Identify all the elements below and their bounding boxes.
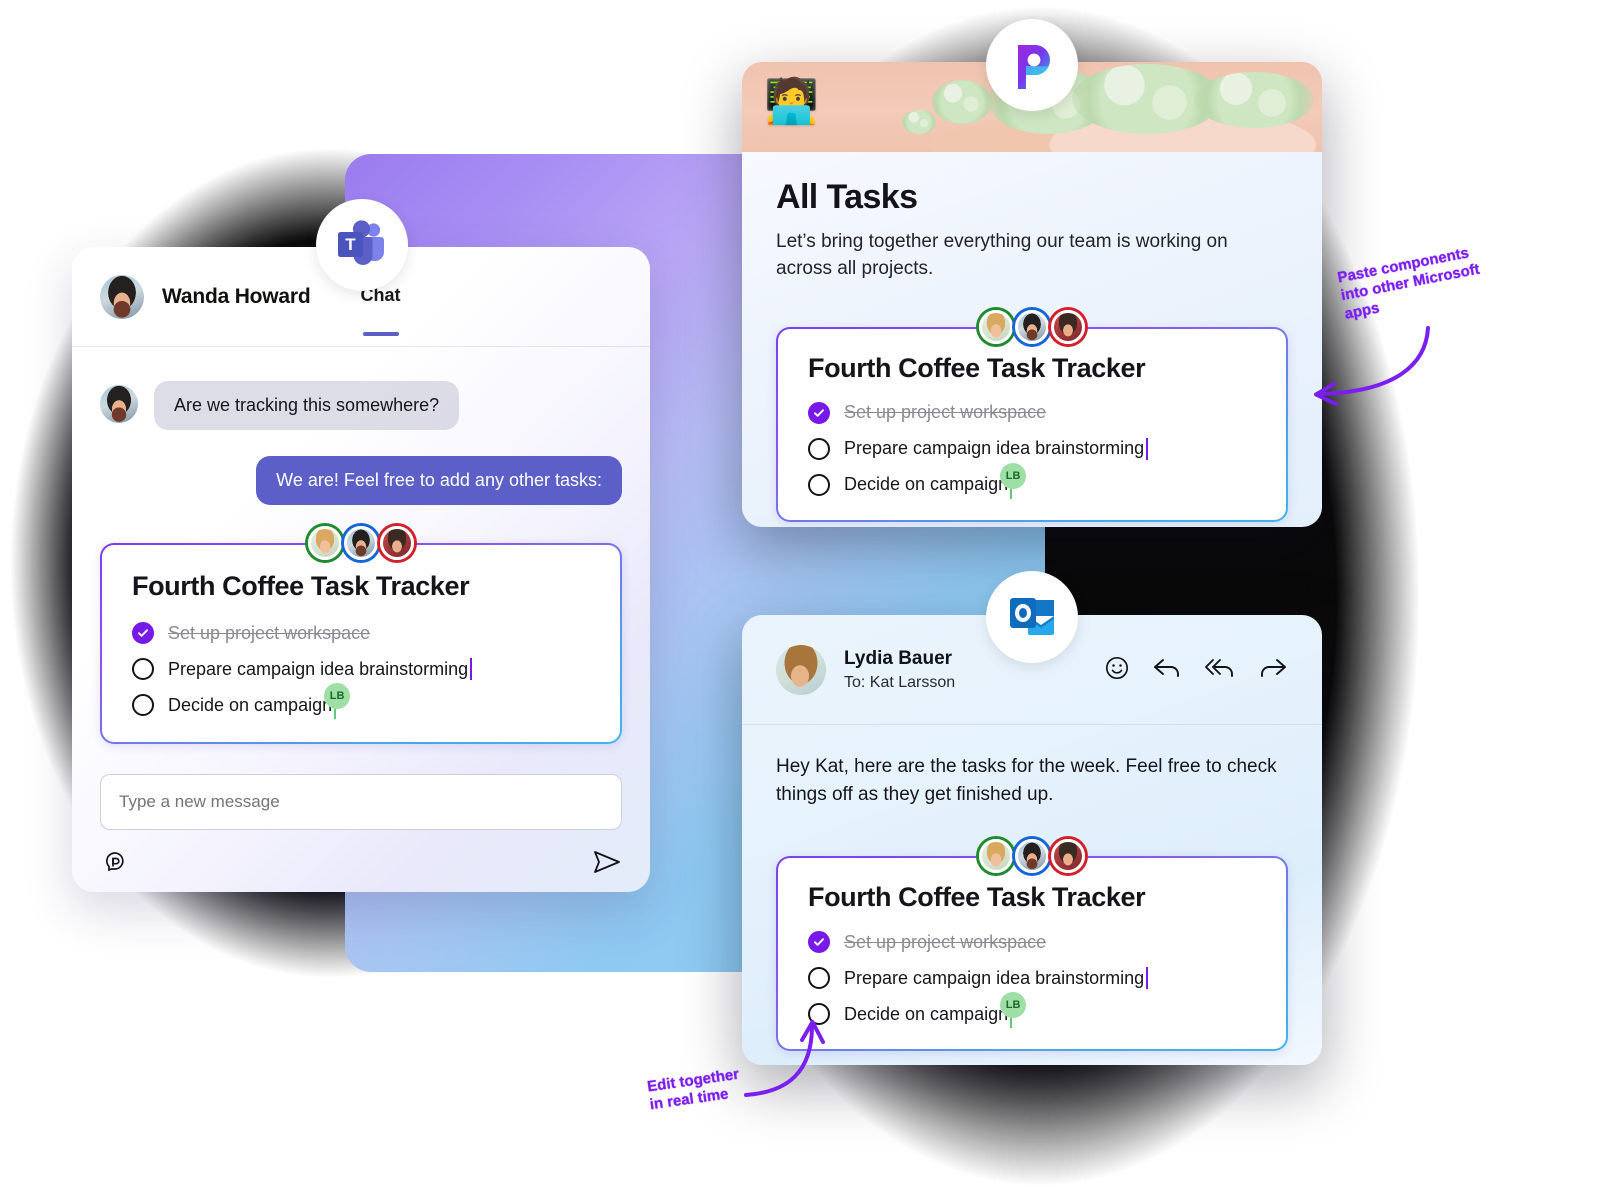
task-row[interactable]: Set up project workspace [808,401,1256,424]
text-cursor [1146,967,1149,990]
checkbox-unchecked[interactable] [132,658,154,680]
task-label: Set up project workspace [844,402,1047,423]
teams-chat-window: Wanda Howard Chat Are we tracking this s… [72,247,650,892]
checkbox-checked[interactable] [808,401,830,424]
teams-message-list: Are we tracking this somewhere? We are! … [72,347,650,744]
collaborator-avatar[interactable] [1051,839,1085,874]
task-label: Set up project workspace [168,622,371,643]
loop-component-title: Fourth Coffee Task Tracker [132,571,470,601]
collaborator-avatar[interactable] [1015,309,1049,344]
collaborator-avatar[interactable] [308,526,342,560]
reply-all-arrow-icon[interactable] [1204,656,1236,685]
task-label: Prepare campaign idea brainstorming [844,967,1145,988]
collaborator-avatar[interactable] [380,526,414,560]
task-label: Prepare campaign idea brainstorming [168,658,469,679]
text-cursor [1146,437,1149,460]
outlook-body: Hey Kat, here are the tasks for the week… [742,725,1322,1051]
loop-app-icon [986,19,1078,111]
task-row[interactable]: Set up project workspace [132,622,590,644]
collaborator-avatar[interactable] [979,839,1013,874]
collaborator-avatars [979,309,1085,344]
loop-component-card-teams[interactable]: Fourth Coffee Task Tracker Set up projec… [100,526,622,744]
teams-composer [72,774,650,881]
teams-user-name: Wanda Howard [162,285,311,308]
page-subtitle: Let’s bring together everything our team… [776,231,1228,279]
task-label: Decide on campaign [844,474,1009,495]
checkbox-unchecked[interactable] [808,473,830,496]
task-label: Set up project workspace [844,931,1047,952]
avatar [100,385,138,423]
task-row[interactable]: Prepare campaign idea brainstorming [808,967,1256,990]
task-label: Prepare campaign idea brainstorming [844,438,1145,459]
collaborator-avatar[interactable] [979,309,1013,344]
teams-app-icon: T [316,199,408,291]
loop-component-title: Fourth Coffee Task Tracker [808,882,1146,913]
collaborator-avatar[interactable] [1015,839,1049,874]
presence-badge: LB [1000,992,1027,1019]
loop-component-card-outlook[interactable]: Fourth Coffee Task Tracker Set up projec… [776,839,1288,1051]
avatar [100,275,144,319]
outlook-app-icon [986,571,1078,663]
send-icon[interactable] [592,848,622,881]
banner-emoji: 🧑‍💻 [764,77,819,126]
avatar [776,645,826,695]
message-bubble-incoming: Are we tracking this somewhere? [154,381,460,430]
presence-badge: LB [324,683,351,709]
outlook-recipient: To: Kat Larsson [844,674,956,691]
email-body-text: Hey Kat, here are the tasks for the week… [776,756,1277,805]
checkbox-unchecked[interactable] [808,967,830,990]
checkbox-unchecked[interactable] [808,437,830,460]
outlook-sender-name: Lydia Bauer [844,648,953,669]
screenshot-stage: Wanda Howard Chat Are we tracking this s… [0,0,1600,1192]
svg-text:T: T [345,235,356,254]
outlook-actions [1104,655,1288,686]
loop-component-title: Fourth Coffee Task Tracker [808,352,1146,383]
tab-active-indicator [362,331,399,336]
divider [72,346,650,347]
task-row[interactable]: Prepare campaign idea brainstorming [132,658,590,680]
smiley-icon[interactable] [1104,655,1130,686]
task-label: Decide on campaign [168,694,333,715]
loop-component-card-loop[interactable]: Fourth Coffee Task Tracker Set up projec… [776,309,1288,522]
task-row[interactable]: Prepare campaign idea brainstorming [808,437,1256,460]
message-outgoing: We are! Feel free to add any other tasks… [100,456,622,505]
checkbox-unchecked[interactable] [132,694,154,716]
message-bubble-outgoing: We are! Feel free to add any other tasks… [256,456,622,505]
text-cursor [470,658,473,680]
page-title: All Tasks [776,178,918,216]
task-row[interactable]: Decide on campaign LB [808,992,1256,1029]
loop-content: All Tasks Let’s bring together everythin… [742,152,1322,522]
forward-arrow-icon[interactable] [1258,656,1288,685]
presence-badge: LB [1000,462,1027,489]
collaborator-avatar[interactable] [1051,309,1085,344]
divider [742,724,1322,725]
reply-arrow-icon[interactable] [1152,656,1182,685]
message-input[interactable] [100,774,622,830]
task-row[interactable]: Decide on campaign LB [132,683,590,719]
task-row[interactable]: Decide on campaign LB [808,462,1256,499]
outlook-mail-window: Lydia Bauer To: Kat Larsson Hey Kat, her… [742,615,1322,1065]
loop-component-icon[interactable] [100,848,128,881]
collaborator-avatar[interactable] [344,526,378,560]
message-incoming: Are we tracking this somewhere? [100,381,622,430]
task-row[interactable]: Set up project workspace [808,931,1256,954]
task-label: Decide on campaign [844,1003,1009,1024]
checkbox-checked[interactable] [132,622,154,644]
loop-app-window: 🧑‍💻 All Tasks Let’s bring together every… [742,62,1322,527]
paste-components-arrow-icon [1314,326,1430,406]
checkbox-checked[interactable] [808,931,830,954]
composer-actions [100,848,622,881]
collaborator-avatars [308,526,414,560]
collaborator-avatars [979,839,1085,874]
